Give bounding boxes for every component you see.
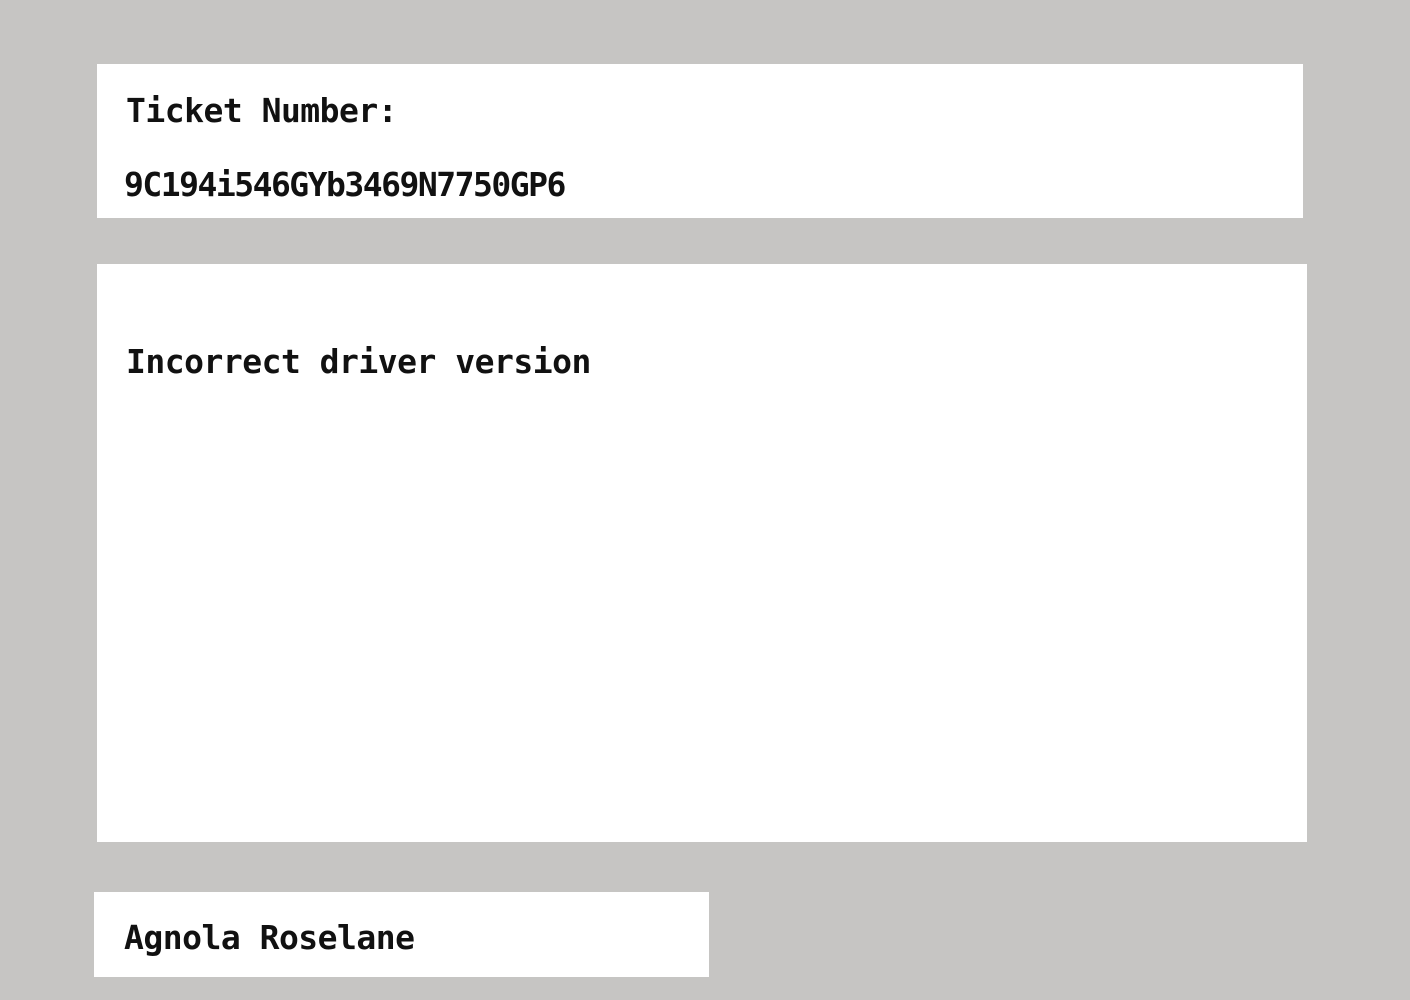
- issue-description-panel: Incorrect driver version: [97, 264, 1307, 842]
- ticket-number-label: Ticket Number:: [126, 91, 398, 130]
- requester-name-panel: Agnola Roselane: [94, 892, 709, 977]
- requester-name: Agnola Roselane: [124, 918, 415, 957]
- ticket-number-panel: Ticket Number: 9C194i546GYb3469N7750GP6: [97, 64, 1303, 218]
- issue-description-text: Incorrect driver version: [126, 342, 591, 381]
- ticket-number-value: 9C194i546GYb3469N7750GP6: [124, 165, 566, 204]
